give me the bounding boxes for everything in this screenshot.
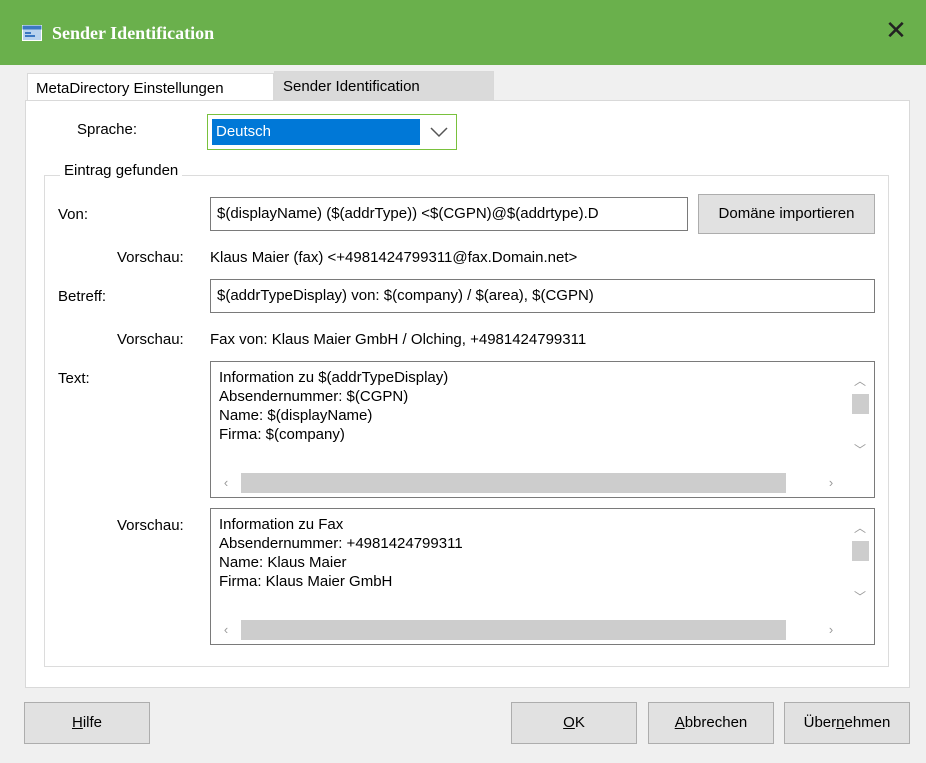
scrollbar-thumb[interactable] bbox=[241, 473, 786, 493]
mnemonic: H bbox=[71, 714, 83, 731]
button-label-prefix: Über bbox=[803, 714, 837, 731]
horizontal-scrollbar[interactable]: ‹ › bbox=[211, 616, 846, 644]
text-preview-label: Vorschau: bbox=[117, 517, 184, 534]
text-label: Text: bbox=[58, 370, 90, 387]
chevron-right-icon[interactable]: › bbox=[820, 616, 842, 644]
mnemonic: O bbox=[563, 714, 575, 731]
text-textarea[interactable]: Information zu $(addrTypeDisplay) Absend… bbox=[210, 361, 875, 498]
abbrechen-button[interactable]: Abbrechen bbox=[648, 702, 774, 744]
close-icon[interactable]: ✕ bbox=[878, 14, 914, 50]
betreff-preview-label: Vorschau: bbox=[117, 331, 184, 348]
preview-lines: Information zu Fax Absendernummer: +4981… bbox=[219, 515, 463, 591]
von-preview-label: Vorschau: bbox=[117, 249, 184, 266]
von-input[interactable]: $(displayName) ($(addrType)) <$(CGPN)@$(… bbox=[210, 197, 688, 231]
vertical-scrollbar[interactable]: ︿ ﹀ bbox=[846, 362, 874, 469]
ok-button[interactable]: OK bbox=[511, 702, 637, 744]
preview-line: Firma: Klaus Maier GmbH bbox=[219, 573, 393, 590]
scrollbar-thumb[interactable] bbox=[241, 620, 786, 640]
betreff-label: Betreff: bbox=[58, 288, 107, 305]
chevron-down-icon bbox=[430, 127, 448, 138]
hilfe-button[interactable]: Hilfe bbox=[24, 702, 150, 744]
text-preview-textarea[interactable]: Information zu Fax Absendernummer: +4981… bbox=[210, 508, 875, 645]
betreff-preview-value: Fax von: Klaus Maier GmbH / Olching, +49… bbox=[210, 331, 587, 348]
sprache-selected-value: Deutsch bbox=[212, 119, 420, 145]
text-lines: Information zu $(addrTypeDisplay) Absend… bbox=[219, 368, 448, 444]
text-line: Firma: $(company) bbox=[219, 426, 345, 443]
mnemonic: A bbox=[674, 714, 685, 731]
chevron-down-icon[interactable]: ﹀ bbox=[846, 439, 874, 461]
button-label: K bbox=[574, 714, 585, 731]
button-label: ilfe bbox=[82, 714, 103, 731]
domaene-importieren-button[interactable]: Domäne importieren bbox=[698, 194, 875, 234]
text-line: Absendernummer: $(CGPN) bbox=[219, 388, 409, 405]
chevron-left-icon[interactable]: ‹ bbox=[215, 469, 237, 497]
preview-line: Absendernummer: +4981424799311 bbox=[219, 535, 463, 552]
von-label: Von: bbox=[58, 206, 89, 223]
button-label: ehmen bbox=[844, 714, 891, 731]
group-legend: Eintrag gefunden bbox=[60, 162, 183, 179]
uebernehmen-button[interactable]: Übernehmen bbox=[784, 702, 910, 744]
text-line: Name: $(displayName) bbox=[219, 407, 373, 424]
preview-line: Name: Klaus Maier bbox=[219, 554, 347, 571]
tab-sender-identification[interactable]: Sender Identification bbox=[274, 71, 494, 100]
scrollbar-corner bbox=[846, 616, 874, 644]
chevron-up-icon[interactable]: ︿ bbox=[846, 517, 874, 539]
chevron-right-icon[interactable]: › bbox=[820, 469, 842, 497]
dialog-window: Sender Identification ✕ MetaDirectory Ei… bbox=[0, 0, 926, 763]
text-line: Information zu $(addrTypeDisplay) bbox=[219, 369, 449, 386]
sprache-dropdown[interactable]: Deutsch bbox=[207, 114, 457, 150]
sprache-label: Sprache: bbox=[77, 121, 138, 138]
window-title: Sender Identification bbox=[52, 23, 215, 43]
horizontal-scrollbar[interactable]: ‹ › bbox=[211, 469, 846, 497]
scrollbar-thumb[interactable] bbox=[852, 394, 869, 414]
vertical-scrollbar[interactable]: ︿ ﹀ bbox=[846, 509, 874, 616]
scrollbar-corner bbox=[846, 469, 874, 497]
chevron-up-icon[interactable]: ︿ bbox=[846, 370, 874, 392]
scrollbar-thumb[interactable] bbox=[852, 541, 869, 561]
chevron-down-icon[interactable]: ﹀ bbox=[846, 586, 874, 608]
von-preview-value: Klaus Maier (fax) <+4981424799311@fax.Do… bbox=[210, 249, 578, 266]
chevron-left-icon[interactable]: ‹ bbox=[215, 616, 237, 644]
preview-line: Information zu Fax bbox=[219, 516, 344, 533]
betreff-input[interactable]: $(addrTypeDisplay) von: $(company) / $(a… bbox=[210, 279, 875, 313]
app-window-icon bbox=[22, 25, 42, 41]
title-bar[interactable]: Sender Identification ✕ bbox=[0, 0, 926, 65]
button-label: bbrechen bbox=[684, 714, 748, 731]
tab-metadirectory-einstellungen[interactable]: MetaDirectory Einstellungen bbox=[27, 73, 274, 101]
